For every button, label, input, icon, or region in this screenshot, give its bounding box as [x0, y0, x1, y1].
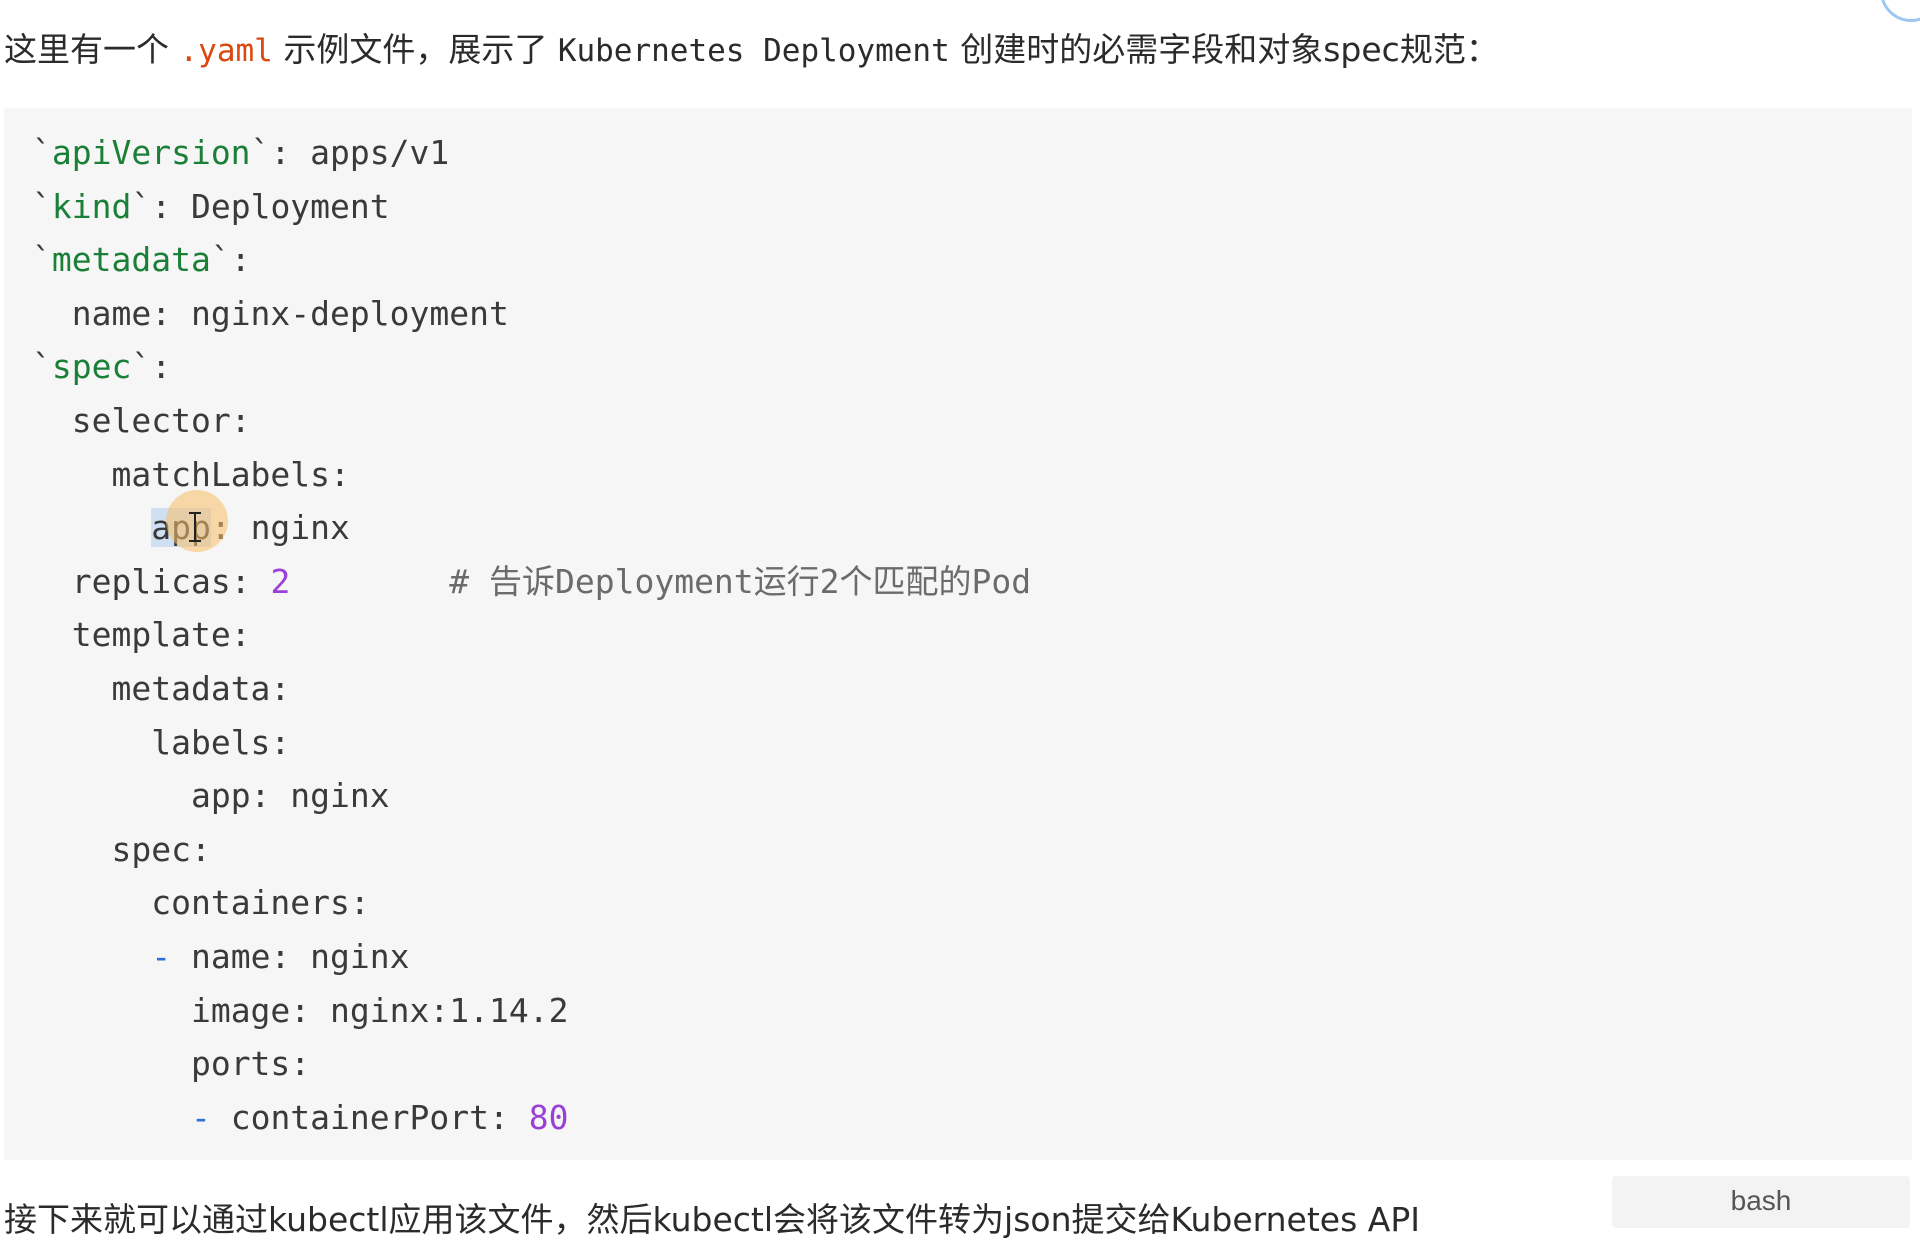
- code-line[interactable]: - containerPort: 80: [32, 1091, 1031, 1145]
- backtick: `: [32, 133, 52, 172]
- intro-middle: 示例文件，展示了: [272, 30, 558, 69]
- code-text: labels:: [151, 722, 291, 762]
- backtick: `: [250, 133, 271, 172]
- code-text: template:: [71, 615, 251, 655]
- backtick: `: [32, 186, 52, 226]
- code-text: metadata:: [111, 668, 291, 708]
- code-line[interactable]: image: nginx:1.14.2: [32, 984, 1031, 1038]
- code-number: 2: [270, 561, 291, 601]
- list-dash: -: [151, 936, 191, 976]
- code-line[interactable]: ports:: [32, 1037, 1031, 1091]
- ibeam-icon: [189, 512, 201, 542]
- code-text: containers:: [151, 883, 370, 923]
- code-line[interactable]: metadata:: [32, 662, 1031, 716]
- code-value: :: [230, 240, 251, 280]
- code-value: : apps/v1: [270, 133, 450, 172]
- code-text: ports:: [190, 1044, 311, 1084]
- list-dash: -: [190, 1097, 231, 1137]
- code-line[interactable]: `kind`: Deployment: [32, 180, 1031, 234]
- outro-paragraph: 接下来就可以通过kubectl应用该文件，然后kubectl会将该文件转为jso…: [4, 1200, 1420, 1239]
- code-line[interactable]: containers:: [32, 876, 1031, 930]
- backtick: `: [210, 240, 231, 280]
- code-text: spec:: [111, 829, 211, 869]
- code-text: matchLabels:: [111, 454, 350, 494]
- backtick: `: [131, 186, 152, 226]
- code-comment: # 告诉Deployment运行2个匹配的Pod: [290, 561, 1032, 601]
- code-language-badge[interactable]: bash: [1612, 1176, 1910, 1228]
- code-line[interactable]: app: nginx: [32, 769, 1031, 823]
- code-text: app: nginx: [190, 776, 390, 816]
- code-value: :: [151, 347, 172, 387]
- code-key: spec: [51, 347, 132, 387]
- code-text: name: nginx-deployment: [71, 293, 509, 333]
- code-line[interactable]: `apiVersion`: apps/v1: [32, 126, 1031, 180]
- intro-suffix: 创建时的必需字段和对象spec规范：: [949, 30, 1499, 69]
- code-text: replicas:: [71, 561, 271, 601]
- code-text: selector:: [71, 400, 251, 440]
- intro-prefix: 这里有一个: [4, 30, 180, 69]
- code-value: : Deployment: [151, 186, 390, 226]
- code-number: 80: [528, 1097, 569, 1137]
- code-block[interactable]: `apiVersion`: apps/v1 `kind`: Deployment `…: [4, 108, 1912, 1160]
- code-line[interactable]: labels:: [32, 716, 1031, 770]
- code-text: containerPort:: [230, 1097, 529, 1137]
- code-key: metadata: [51, 240, 211, 280]
- code-line[interactable]: name: nginx-deployment: [32, 287, 1031, 341]
- code-line[interactable]: template:: [32, 608, 1031, 662]
- backtick: `: [32, 347, 52, 387]
- avatar[interactable]: [1880, 0, 1920, 22]
- backtick: `: [131, 347, 152, 387]
- intro-paragraph: 这里有一个 .yaml 示例文件，展示了 Kubernetes Deployme…: [4, 22, 1499, 79]
- intro-subject: Kubernetes Deployment: [557, 33, 950, 69]
- code-line[interactable]: replicas: 2 # 告诉Deployment运行2个匹配的Pod: [32, 555, 1031, 609]
- code-line[interactable]: - name: nginx: [32, 930, 1031, 984]
- code-line[interactable]: selector:: [32, 394, 1031, 448]
- backtick: `: [32, 240, 52, 280]
- code-line[interactable]: `metadata`:: [32, 233, 1031, 287]
- inline-code-filename: .yaml: [179, 33, 273, 69]
- code-text: image: nginx:1.14.2: [190, 990, 569, 1030]
- code-key: kind: [51, 186, 132, 226]
- code-line[interactable]: spec:: [32, 823, 1031, 877]
- code-line[interactable]: `spec`:: [32, 340, 1031, 394]
- code-text: name: nginx: [190, 936, 410, 976]
- code-key: apiVersion: [51, 133, 251, 172]
- code-text: : nginx: [210, 508, 350, 548]
- code-content[interactable]: `apiVersion`: apps/v1 `kind`: Deployment `…: [32, 126, 1031, 1144]
